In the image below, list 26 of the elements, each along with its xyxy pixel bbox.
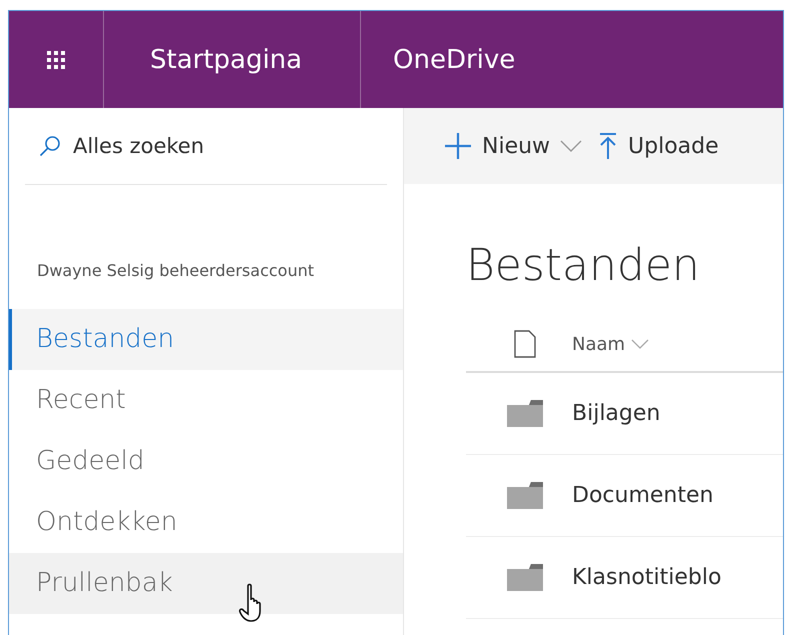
folder-icon <box>507 400 543 427</box>
folder-name[interactable]: Documenten <box>572 483 714 508</box>
toolbar-button[interactable]: Nieuw <box>444 132 582 160</box>
nav-item[interactable]: Recent <box>9 370 403 431</box>
account-label: Dwayne Selsig beheerdersaccount <box>37 261 315 282</box>
column-header[interactable]: Naam <box>572 334 650 354</box>
header-link[interactable]: OneDrive <box>361 11 548 108</box>
page-heading: Bestanden <box>466 240 701 291</box>
chevron-down-icon <box>560 140 582 152</box>
search-field[interactable]: Alles zoeken <box>71 133 355 159</box>
header-link[interactable]: Startpagina <box>104 11 361 108</box>
plus-icon <box>444 132 472 160</box>
nav-item[interactable]: Gedeeld <box>9 431 403 492</box>
nav-item[interactable]: Ontdekken <box>9 492 403 553</box>
chevron-down-icon <box>631 339 650 349</box>
search-icon <box>39 135 61 157</box>
toolbar-button[interactable]: Uploade <box>598 132 719 160</box>
file-icon <box>514 330 536 358</box>
folder-name[interactable]: Bijlagen <box>572 401 660 426</box>
nav-item[interactable]: Bestanden <box>9 309 403 370</box>
upload-icon <box>598 132 618 160</box>
folder-name[interactable]: Klasnotitieblo <box>572 565 722 590</box>
waffle-icon <box>47 50 65 68</box>
nav-item[interactable]: Prullenbak <box>9 553 403 614</box>
folder-icon <box>507 482 543 509</box>
folder-icon <box>507 564 543 591</box>
